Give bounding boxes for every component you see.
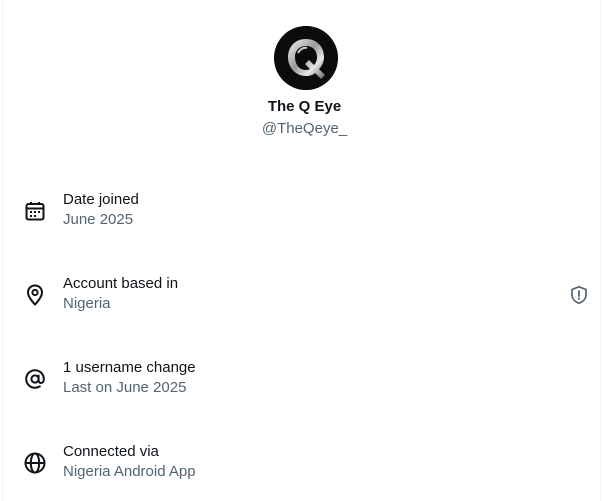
connected-via-row: Connected via Nigeria Android App: [3, 439, 603, 487]
row-title: 1 username change: [63, 359, 196, 376]
row-title: Account based in: [63, 275, 179, 292]
account-based-in-row: Account based in Nigeria: [3, 271, 603, 319]
at-sign-icon: [23, 367, 47, 391]
avatar-logo-icon: [274, 26, 338, 90]
globe-icon: [23, 451, 47, 475]
calendar-icon: [23, 199, 47, 223]
row-title: Connected via: [63, 443, 159, 460]
row-subtitle: Last on June 2025: [63, 379, 187, 396]
username-change-row: 1 username change Last on June 2025: [3, 355, 603, 403]
avatar[interactable]: [274, 26, 338, 90]
date-joined-row: Date joined June 2025: [3, 187, 603, 235]
handle: @TheQeye_: [261, 120, 348, 137]
row-subtitle: Nigeria: [63, 295, 111, 312]
location-pin-icon: [23, 283, 47, 307]
row-title: Date joined: [63, 191, 139, 208]
about-account-panel: The Q Eye @TheQeye_ Date joined June 202…: [2, 0, 601, 501]
shield-alert-icon[interactable]: [569, 285, 589, 305]
row-subtitle: June 2025: [63, 211, 134, 228]
display-name: The Q Eye: [267, 98, 342, 115]
row-subtitle: Nigeria Android App: [63, 463, 196, 480]
